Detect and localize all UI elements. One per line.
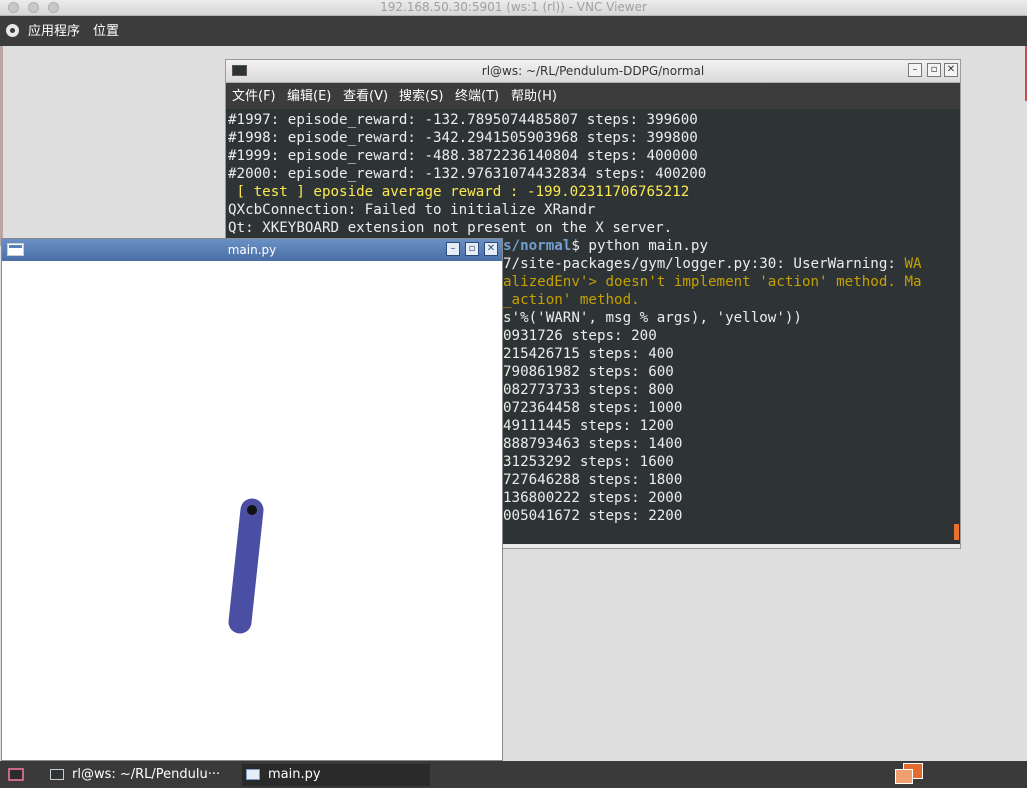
terminal-line: 215426715 steps: 400 — [503, 346, 674, 362]
terminal-titlebar[interactable]: rl@ws: ~/RL/Pendulum-DDPG/normal – ▫ ✕ — [226, 60, 960, 83]
warning-text: WA — [904, 256, 922, 272]
terminal-line: #1998: episode_reward: -342.294150590396… — [228, 130, 698, 146]
taskbar-label: rl@ws: ~/RL/Pendulu··· — [72, 767, 221, 782]
terminal-title: rl@ws: ~/RL/Pendulum-DDPG/normal — [481, 64, 705, 78]
taskbar-item-terminal[interactable]: rl@ws: ~/RL/Pendulu··· — [46, 764, 232, 786]
terminal-icon — [50, 769, 64, 780]
close-icon[interactable]: ✕ — [484, 242, 498, 256]
terminal-line: 005041672 steps: 2200 — [503, 508, 683, 524]
vnc-titlebar: 192.168.50.30:5901 (ws:1 (rl)) - VNC Vie… — [0, 0, 1027, 16]
applications-menu[interactable]: 应用程序 — [28, 16, 80, 48]
pendulum-canvas — [2, 261, 502, 760]
terminal-line: s'%('WARN', msg % args), 'yellow')) — [503, 310, 802, 326]
places-menu[interactable]: 位置 — [93, 16, 119, 48]
show-desktop-icon[interactable] — [8, 768, 24, 781]
terminal-bottom-edge — [503, 544, 960, 548]
maximize-icon[interactable]: ▫ — [927, 63, 941, 77]
taskbar-label: main.py — [268, 767, 321, 782]
top-panel: 应用程序 位置 — [0, 16, 1027, 46]
pendulum-titlebar[interactable]: main.py – ▫ ✕ — [2, 239, 502, 262]
pendulum-pivot — [247, 505, 257, 515]
desktop-edge — [0, 46, 3, 246]
taskbar-item-main-py[interactable]: main.py — [242, 764, 430, 786]
terminal-line: #2000: episode_reward: -132.976310744328… — [228, 166, 707, 182]
warning-prefix: 7/site-packages/gym/logger.py:30: UserWa… — [503, 256, 905, 272]
minimize-icon[interactable]: – — [446, 242, 460, 256]
taskbar: rl@ws: ~/RL/Pendulu··· main.py — [0, 761, 1027, 788]
menu-view[interactable]: 查看(V) — [343, 83, 388, 111]
terminal-line: #1997: episode_reward: -132.789507448580… — [228, 112, 698, 128]
pendulum-rod — [228, 498, 264, 634]
terminal-line: 0931726 steps: 200 — [503, 328, 657, 344]
pendulum-title: main.py — [227, 243, 277, 257]
close-icon[interactable]: ✕ — [944, 63, 958, 77]
terminal-warning-line: 7/site-packages/gym/logger.py:30: UserWa… — [503, 255, 922, 273]
workspace-switcher-icon[interactable] — [893, 763, 926, 785]
menu-help[interactable]: 帮助(H) — [511, 83, 557, 111]
terminal-warning-line: alizedEnv'> doesn't implement 'action' m… — [503, 274, 922, 290]
terminal-menubar: 文件(F) 编辑(E) 查看(V) 搜索(S) 终端(T) 帮助(H) — [226, 83, 960, 109]
terminal-line: QXcbConnection: Failed to initialize XRa… — [228, 202, 596, 218]
vnc-title: 192.168.50.30:5901 (ws:1 (rl)) - VNC Vie… — [380, 0, 647, 14]
pendulum-window[interactable]: main.py – ▫ ✕ — [1, 238, 503, 761]
minimize-icon[interactable]: – — [908, 63, 922, 77]
terminal-prompt: s/normal$ python main.py — [503, 237, 708, 255]
pendulum-render — [228, 498, 264, 634]
terminal-line-test-result: [ test ] eposide average reward : -199.0… — [228, 184, 690, 200]
terminal-scrollbar[interactable] — [954, 524, 959, 540]
menu-search[interactable]: 搜索(S) — [399, 83, 443, 111]
window-icon — [246, 769, 260, 780]
terminal-line: 888793463 steps: 1400 — [503, 436, 683, 452]
terminal-line: #1999: episode_reward: -488.387223614080… — [228, 148, 698, 164]
terminal-line: 790861982 steps: 600 — [503, 364, 674, 380]
maximize-icon[interactable]: ▫ — [465, 242, 479, 256]
prompt-path: s/normal — [503, 238, 572, 254]
workspace-icon — [895, 769, 913, 784]
terminal-warning-line: _action' method. — [503, 292, 640, 308]
apps-menu-icon[interactable] — [6, 24, 19, 37]
menu-file[interactable]: 文件(F) — [232, 83, 276, 111]
terminal-line: 082773733 steps: 800 — [503, 382, 674, 398]
terminal-line: 072364458 steps: 1000 — [503, 400, 683, 416]
terminal-line: 727646288 steps: 1800 — [503, 472, 683, 488]
terminal-line: 31253292 steps: 1600 — [503, 454, 674, 470]
terminal-line: Qt: XKEYBOARD extension not present on t… — [228, 220, 673, 236]
terminal-line: 136800222 steps: 2000 — [503, 490, 683, 506]
prompt-command: $ python main.py — [571, 238, 709, 254]
menu-terminal[interactable]: 终端(T) — [455, 83, 499, 111]
terminal-line: 49111445 steps: 1200 — [503, 418, 674, 434]
menu-edit[interactable]: 编辑(E) — [287, 83, 331, 111]
